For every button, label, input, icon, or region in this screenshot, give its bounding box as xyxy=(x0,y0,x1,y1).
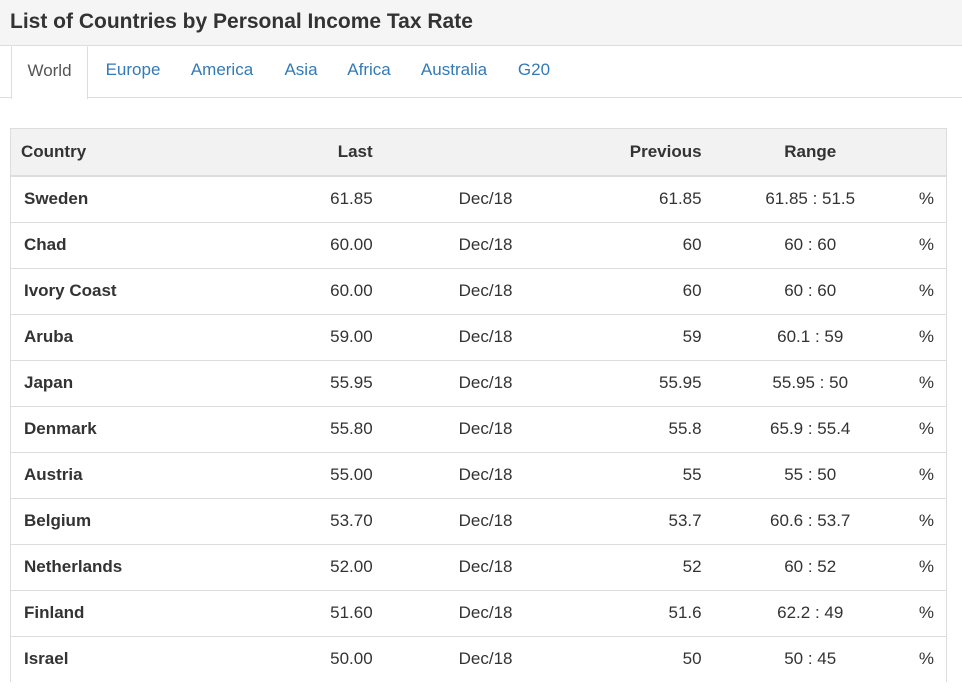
cell-last: 55.00 xyxy=(225,451,385,498)
cell-previous: 60 xyxy=(586,267,714,314)
cell-previous: 55 xyxy=(586,451,714,498)
cell-date: Dec/18 xyxy=(384,635,587,682)
cell-country[interactable]: Finland xyxy=(11,589,226,636)
cell-country[interactable]: Ivory Coast xyxy=(11,267,226,314)
page-header: List of Countries by Personal Income Tax… xyxy=(0,0,962,46)
table-row[interactable]: Belgium 53.70 Dec/18 53.7 60.6 : 53.7% xyxy=(11,497,946,544)
cell-country[interactable]: Denmark xyxy=(11,405,226,452)
cell-previous: 60 xyxy=(586,221,714,268)
table-row[interactable]: Austria 55.00 Dec/18 55 55 : 50% xyxy=(11,451,946,498)
tab-asia[interactable]: Asia xyxy=(276,46,326,98)
cell-range: 65.9 : 55.4 xyxy=(713,405,907,452)
cell-range: 55.95 : 50 xyxy=(713,359,907,406)
table-row[interactable]: Japan 55.95 Dec/18 55.95 55.95 : 50% xyxy=(11,359,946,406)
tab-europe[interactable]: Europe xyxy=(96,46,170,98)
cell-last: 53.70 xyxy=(225,497,385,544)
tab-australia[interactable]: Australia xyxy=(412,46,496,98)
table-body: Sweden 61.85 Dec/18 61.85 61.85 : 51.5% Chad 6… xyxy=(11,175,946,682)
cell-unit: % xyxy=(906,313,946,360)
cell-unit: % xyxy=(906,497,946,544)
cell-previous: 55.8 xyxy=(586,405,714,452)
cell-country[interactable]: Austria xyxy=(11,451,226,498)
cell-date: Dec/18 xyxy=(384,221,587,268)
cell-unit: % xyxy=(906,543,946,590)
cell-previous: 52 xyxy=(586,543,714,590)
cell-range: 62.2 : 49 xyxy=(713,589,907,636)
cell-previous: 61.85 xyxy=(586,175,714,222)
cell-date: Dec/18 xyxy=(384,405,587,452)
table-row[interactable]: Netherlands 52.00 Dec/18 52 60 : 52% xyxy=(11,543,946,590)
cell-previous: 59 xyxy=(586,313,714,360)
cell-previous: 50 xyxy=(586,635,714,682)
cell-country[interactable]: Belgium xyxy=(11,497,226,544)
cell-country[interactable]: Chad xyxy=(11,221,226,268)
cell-previous: 53.7 xyxy=(586,497,714,544)
cell-last: 52.00 xyxy=(225,543,385,590)
cell-date: Dec/18 xyxy=(384,497,587,544)
cell-last: 55.95 xyxy=(225,359,385,406)
tab-africa[interactable]: Africa xyxy=(338,46,400,98)
cell-country[interactable]: Netherlands xyxy=(11,543,226,590)
table-row[interactable]: Chad 60.00 Dec/18 60 60 : 60% xyxy=(11,221,946,268)
cell-unit: % xyxy=(906,267,946,314)
header-date xyxy=(384,129,587,177)
cell-last: 59.00 xyxy=(225,313,385,360)
cell-unit: % xyxy=(906,589,946,636)
cell-date: Dec/18 xyxy=(384,451,587,498)
cell-last: 60.00 xyxy=(225,267,385,314)
cell-range: 60.1 : 59 xyxy=(713,313,907,360)
cell-date: Dec/18 xyxy=(384,359,587,406)
tab-g20[interactable]: G20 xyxy=(510,46,558,98)
cell-previous: 55.95 xyxy=(586,359,714,406)
cell-range: 55 : 50 xyxy=(713,451,907,498)
cell-range: 61.85 : 51.5 xyxy=(713,175,907,222)
cell-unit: % xyxy=(906,451,946,498)
cell-date: Dec/18 xyxy=(384,543,587,590)
cell-unit: % xyxy=(906,635,946,682)
cell-range: 60 : 52 xyxy=(713,543,907,590)
cell-unit: % xyxy=(906,359,946,406)
cell-range: 50 : 45 xyxy=(713,635,907,682)
cell-country[interactable]: Japan xyxy=(11,359,226,406)
header-last[interactable]: Last xyxy=(225,129,385,177)
cell-unit: % xyxy=(906,175,946,222)
cell-unit: % xyxy=(906,405,946,452)
cell-date: Dec/18 xyxy=(384,313,587,360)
cell-last: 51.60 xyxy=(225,589,385,636)
cell-last: 55.80 xyxy=(225,405,385,452)
cell-date: Dec/18 xyxy=(384,175,587,222)
page-title: List of Countries by Personal Income Tax… xyxy=(10,10,473,33)
cell-country[interactable]: Israel xyxy=(11,635,226,682)
table-header-row: Country Last Previous Range xyxy=(11,129,946,177)
cell-unit: % xyxy=(906,221,946,268)
tab-world[interactable]: World xyxy=(11,46,88,99)
cell-date: Dec/18 xyxy=(384,589,587,636)
table-row[interactable]: Finland 51.60 Dec/18 51.6 62.2 : 49% xyxy=(11,589,946,636)
table-row[interactable]: Israel 50.00 Dec/18 50 50 : 45% xyxy=(11,635,946,682)
tab-america[interactable]: America xyxy=(182,46,262,98)
cell-date: Dec/18 xyxy=(384,267,587,314)
table-row[interactable]: Ivory Coast 60.00 Dec/18 60 60 : 60% xyxy=(11,267,946,314)
cell-range: 60 : 60 xyxy=(713,221,907,268)
tax-rate-table: Country Last Previous Range Sweden 61.85 D… xyxy=(10,128,947,682)
table-row[interactable]: Sweden 61.85 Dec/18 61.85 61.85 : 51.5% xyxy=(11,175,946,222)
cell-last: 50.00 xyxy=(225,635,385,682)
cell-previous: 51.6 xyxy=(586,589,714,636)
table-row[interactable]: Aruba 59.00 Dec/18 59 60.1 : 59% xyxy=(11,313,946,360)
region-tabs: World Europe America Asia Africa Austral… xyxy=(0,46,962,99)
header-unit xyxy=(906,129,946,177)
cell-last: 60.00 xyxy=(225,221,385,268)
table-row[interactable]: Denmark 55.80 Dec/18 55.8 65.9 : 55.4% xyxy=(11,405,946,452)
header-country[interactable]: Country xyxy=(11,129,226,177)
cell-last: 61.85 xyxy=(225,175,385,222)
header-previous[interactable]: Previous xyxy=(586,129,714,177)
cell-range: 60 : 60 xyxy=(713,267,907,314)
header-range[interactable]: Range xyxy=(713,129,907,177)
cell-country[interactable]: Sweden xyxy=(11,175,226,222)
cell-country[interactable]: Aruba xyxy=(11,313,226,360)
cell-range: 60.6 : 53.7 xyxy=(713,497,907,544)
